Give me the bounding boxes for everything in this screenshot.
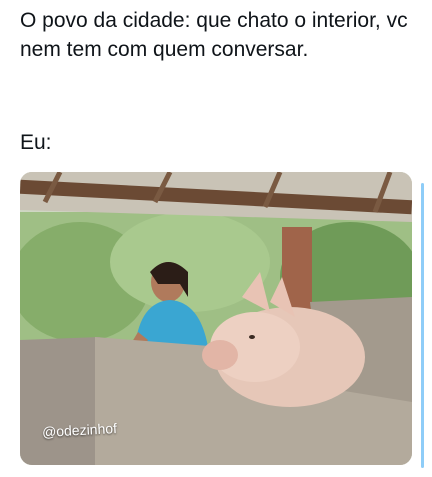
meme-photo[interactable]: @odezinhof (20, 172, 412, 465)
scrollbar[interactable] (421, 183, 424, 468)
post-text: O povo da cidade: que chato o interior, … (20, 9, 408, 61)
reply-label: Eu: (20, 131, 52, 154)
